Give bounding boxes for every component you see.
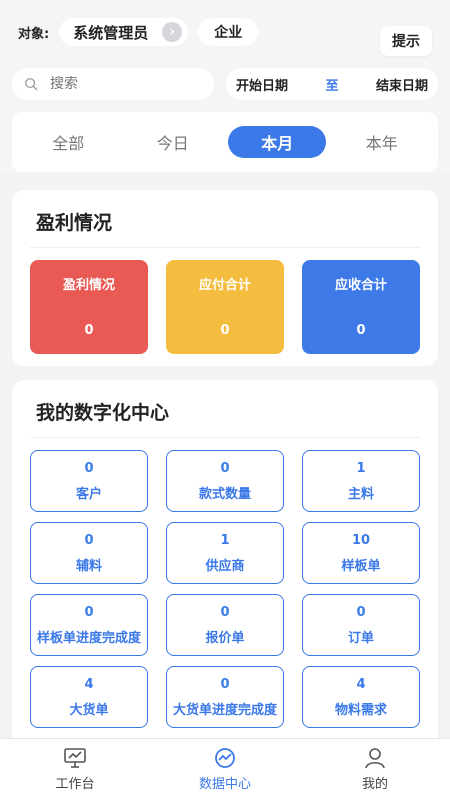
item-label: 供应商: [205, 558, 245, 574]
item-value: 4: [84, 676, 94, 692]
monitor-icon: [64, 748, 86, 768]
date-range-separator: 至: [325, 78, 339, 94]
item-value: 0: [220, 604, 230, 620]
chart-icon: [215, 748, 235, 768]
nav-label: 我的: [361, 777, 388, 792]
date-range: 开始日期 至 结束日期: [226, 68, 438, 100]
grid-item-quotation[interactable]: 0 报价单: [166, 594, 284, 656]
item-label: 款式数量: [198, 486, 251, 502]
item-label: 报价单: [205, 630, 245, 646]
stat-value: 0: [84, 323, 94, 338]
grid-item-order[interactable]: 0 订单: [302, 594, 420, 656]
period-tabs: 全部 今日 本月 本年: [12, 112, 438, 172]
grid-item-sample-order[interactable]: 10 样板单: [302, 522, 420, 584]
grid-item-bulk-progress[interactable]: 0 大货单进度完成度: [166, 666, 284, 728]
stat-value: 0: [220, 323, 230, 338]
grid-item-supplier[interactable]: 1 供应商: [166, 522, 284, 584]
chevron-right-icon: ›: [162, 22, 183, 42]
digital-center-title: 我的数字化中心: [30, 394, 420, 438]
item-value: 1: [356, 460, 366, 476]
item-value: 0: [84, 604, 94, 620]
profit-card: 盈利情况 盈利情况 0 应付合计 0 应收合计 0: [12, 190, 438, 366]
grid-item-material-demand[interactable]: 4 物料需求: [302, 666, 420, 728]
item-value: 0: [356, 604, 366, 620]
grid-item-sample-progress[interactable]: 0 样板单进度完成度: [30, 594, 148, 656]
grid-item-main-material[interactable]: 1 主料: [302, 450, 420, 512]
stat-payable[interactable]: 应付合计 0: [166, 260, 284, 354]
item-value: 4: [356, 676, 366, 692]
digital-center-grid: 0 客户 0 款式数量 1 主料 0 辅料 1 供应商 10 样板单 0 样板单进度完成度 0…: [30, 450, 420, 738]
stat-label: 应收合计: [334, 278, 387, 293]
object-value: 系统管理员: [73, 23, 149, 42]
search-box[interactable]: [12, 68, 214, 100]
nav-workbench[interactable]: 工作台: [25, 747, 125, 792]
type-value: 企业: [214, 25, 243, 41]
item-label: 样板单进度完成度: [36, 630, 141, 646]
item-value: 0: [84, 532, 94, 548]
item-value: 0: [84, 460, 94, 476]
stat-label: 盈利情况: [62, 278, 115, 293]
tab-this-month[interactable]: 本月: [228, 126, 327, 158]
grid-item-bulk-order[interactable]: 4 大货单: [30, 666, 148, 728]
object-row: 对象: 系统管理员 › 企业 提示: [12, 0, 438, 64]
profit-title: 盈利情况: [30, 204, 420, 248]
stat-profit[interactable]: 盈利情况 0: [30, 260, 148, 354]
nav-data-center[interactable]: 数据中心: [175, 747, 275, 792]
stat-value: 0: [356, 323, 366, 338]
item-value: 0: [220, 460, 230, 476]
item-value: 10: [351, 532, 371, 548]
main-content: 对象: 系统管理员 › 企业 提示 开始日期 至 结束日期 全部 今日: [0, 0, 450, 738]
item-label: 物料需求: [334, 702, 387, 718]
grid-item-accessory[interactable]: 0 辅料: [30, 522, 148, 584]
search-input[interactable]: [50, 76, 190, 92]
top-area: 对象: 系统管理员 › 企业 提示 开始日期 至 结束日期 全部 今日: [0, 0, 450, 172]
stat-receivable[interactable]: 应收合计 0: [302, 260, 420, 354]
search-icon: [25, 78, 38, 91]
item-label: 样板单: [341, 558, 381, 574]
end-date-picker[interactable]: 结束日期: [376, 75, 428, 94]
hint-button[interactable]: 提示: [380, 26, 432, 56]
grid-item-style-count[interactable]: 0 款式数量: [166, 450, 284, 512]
object-label: 对象:: [18, 26, 50, 42]
tab-all[interactable]: 全部: [19, 126, 117, 158]
item-label: 主料: [347, 486, 374, 502]
item-label: 大货单进度完成度: [172, 702, 277, 718]
user-icon: [365, 748, 385, 769]
tab-this-year[interactable]: 本年: [333, 126, 431, 158]
item-label: 辅料: [75, 558, 102, 574]
item-label: 订单: [347, 630, 374, 646]
profit-stats: 盈利情况 0 应付合计 0 应收合计 0: [30, 260, 420, 354]
nav-mine[interactable]: 我的: [325, 747, 425, 792]
start-date-picker[interactable]: 开始日期: [236, 75, 288, 94]
stat-label: 应付合计: [198, 278, 251, 293]
digital-center-card: 我的数字化中心 0 客户 0 款式数量 1 主料 0 辅料 1 供应商 10 样板单 0 样板…: [12, 380, 438, 738]
item-label: 大货单: [69, 702, 109, 718]
object-selector[interactable]: 系统管理员 ›: [59, 18, 189, 46]
item-value: 0: [220, 676, 230, 692]
filter-row: 开始日期 至 结束日期: [12, 66, 438, 102]
nav-label: 工作台: [55, 777, 95, 792]
nav-label: 数据中心: [198, 777, 251, 792]
type-selector[interactable]: 企业: [198, 18, 259, 46]
grid-item-customer[interactable]: 0 客户: [30, 450, 148, 512]
item-label: 客户: [75, 486, 102, 502]
bottom-nav: 工作台 数据中心 我的: [0, 738, 450, 800]
item-value: 1: [220, 532, 230, 548]
tab-today[interactable]: 今日: [124, 126, 222, 158]
